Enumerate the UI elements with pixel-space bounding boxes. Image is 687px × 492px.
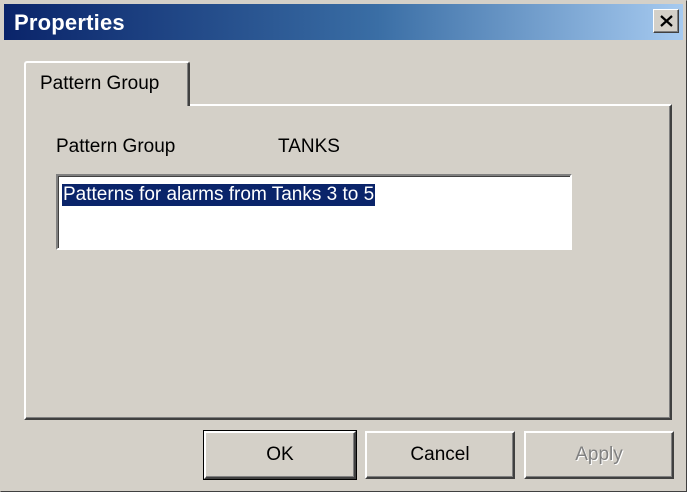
apply-button[interactable]: Apply: [524, 431, 674, 479]
ok-button[interactable]: OK: [203, 430, 357, 480]
pattern-group-value: TANKS: [278, 136, 340, 157]
window-title: Properties: [14, 10, 125, 35]
tab-label: Pattern Group: [40, 73, 160, 94]
close-x-icon: [660, 15, 673, 27]
title-bar[interactable]: Properties: [4, 4, 683, 40]
description-textbox[interactable]: Patterns for alarms from Tanks 3 to 5: [56, 174, 572, 250]
tab-pattern-group[interactable]: Pattern Group: [24, 61, 190, 106]
properties-dialog: Properties Pattern Group Pattern Group T…: [0, 0, 687, 492]
close-button[interactable]: [653, 9, 679, 33]
pattern-group-label: Pattern Group: [56, 136, 176, 157]
tab-panel: Pattern Group TANKS Patterns for alarms …: [24, 104, 672, 420]
description-text: Patterns for alarms from Tanks 3 to 5: [62, 184, 376, 206]
cancel-button[interactable]: Cancel: [365, 431, 515, 479]
